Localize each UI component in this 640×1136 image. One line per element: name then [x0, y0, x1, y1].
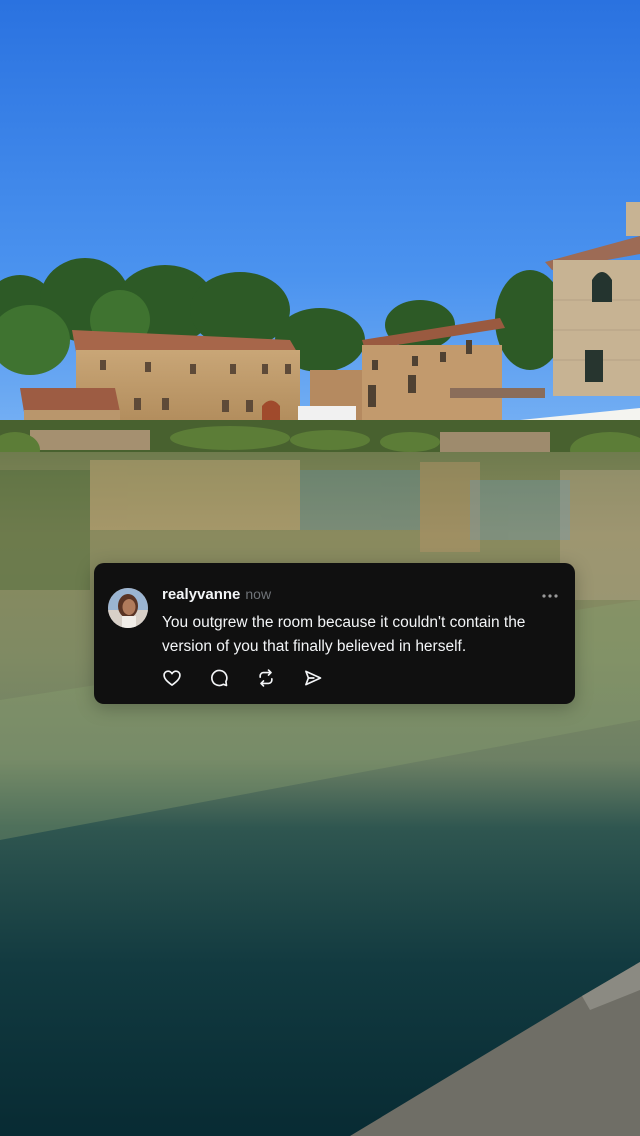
avatar-image [108, 588, 148, 628]
post-timestamp: now [245, 586, 272, 602]
like-button[interactable] [160, 666, 184, 690]
avatar[interactable] [108, 588, 148, 628]
heart-icon [163, 670, 181, 686]
story-screen: realyvanne now You outgrew the room beca… [0, 0, 640, 1136]
post-text: You outgrew the room because it couldn't… [162, 614, 526, 655]
post-card[interactable]: realyvanne now You outgrew the room beca… [94, 563, 575, 704]
repost-icon [259, 669, 273, 687]
reply-button[interactable] [207, 666, 231, 690]
username[interactable]: realyvanne [162, 586, 240, 603]
share-button[interactable] [301, 666, 325, 690]
repost-button[interactable] [254, 666, 278, 690]
comment-icon [211, 669, 228, 687]
more-icon[interactable] [541, 588, 559, 598]
post-header: realyvanne now [162, 586, 559, 606]
send-icon [305, 670, 322, 686]
post-actions [160, 666, 348, 690]
